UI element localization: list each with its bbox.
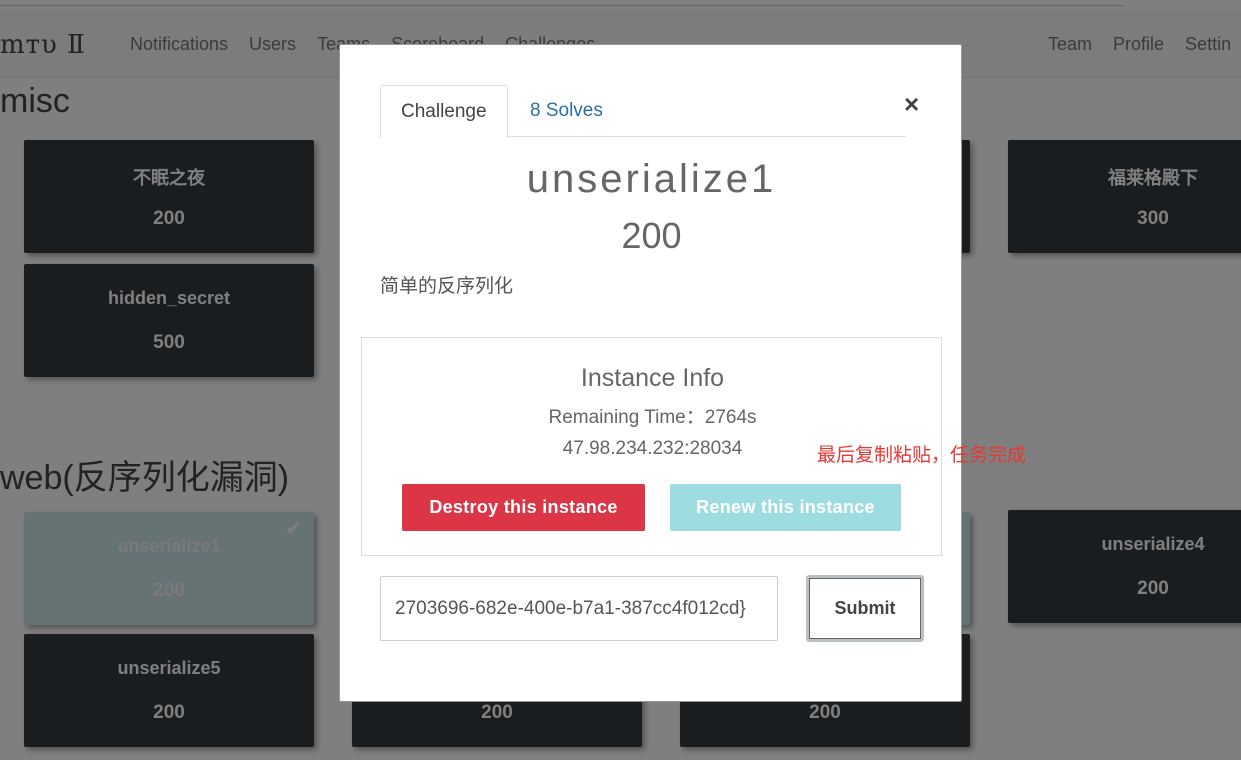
challenge-title: unserialize1 <box>526 157 777 201</box>
modal-tabs: Challenge 8 Solves <box>380 85 906 138</box>
annotation-text: 最后复制粘贴，任务完成 <box>817 445 1027 466</box>
flag-input[interactable]: 2703696-682e-400e-b7a1-387cc4f012cd} <box>380 576 778 641</box>
submit-button[interactable]: Submit <box>806 575 924 642</box>
challenge-points: 200 <box>621 215 682 256</box>
challenge-modal: Challenge 8 Solves × unserialize1 200 简单… <box>339 44 962 702</box>
flag-input-value: 2703696-682e-400e-b7a1-387cc4f012cd} <box>395 598 746 619</box>
renew-instance-button[interactable]: Renew this instance <box>670 484 901 531</box>
tab-solves[interactable]: 8 Solves <box>510 85 623 137</box>
close-icon[interactable]: × <box>904 89 919 120</box>
remaining-time: Remaining Time：2764s <box>548 407 757 428</box>
tab-challenge[interactable]: Challenge <box>380 85 508 138</box>
challenge-description: 简单的反序列化 <box>380 276 514 297</box>
destroy-instance-button[interactable]: Destroy this instance <box>402 484 645 531</box>
instance-info-title: Instance Info <box>580 364 725 392</box>
